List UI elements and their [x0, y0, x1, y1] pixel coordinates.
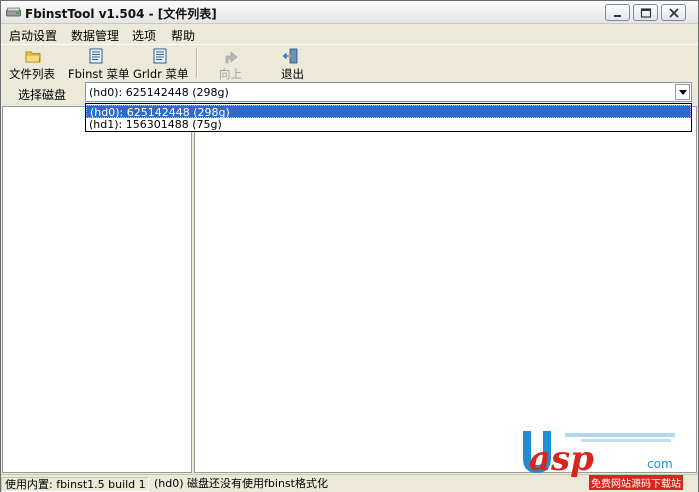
disk-select-combobox[interactable]: (hd0): 625142448 (298g) — [85, 82, 692, 102]
fbinst-menu-label: Fbinst 菜单 — [68, 67, 130, 81]
up-button[interactable]: 向上 — [211, 47, 251, 81]
menu-doc-icon — [89, 48, 103, 64]
minimize-icon — [614, 15, 621, 17]
menu-options[interactable]: 选项 — [132, 27, 156, 44]
disk-selector-row: 选择磁盘 (hd0): 625142448 (298g) — [1, 81, 698, 105]
watermark-dot: . — [587, 437, 596, 467]
status-disk-message: (hd0) 磁盘还没有使用fbinst格式化 — [154, 477, 328, 490]
fbinst-menu-button[interactable]: Fbinst 菜单 — [65, 47, 130, 81]
title-bar[interactable]: FbinstTool v1.504 - [文件列表] — [1, 1, 698, 24]
dropdown-toggle-button[interactable] — [675, 84, 690, 100]
disk-dropdown-list: (hd0): 625142448 (298g) (hd1): 156301488… — [85, 103, 692, 132]
maximize-button[interactable] — [633, 4, 658, 21]
disk-select-label: 选择磁盘 — [18, 88, 67, 102]
window-title: FbinstTool v1.504 - [文件列表] — [25, 7, 217, 21]
menu-help[interactable]: 帮助 — [171, 27, 195, 44]
app-window: FbinstTool v1.504 - [文件列表] 启动设置 数据管理 选项 … — [0, 0, 699, 492]
watermark-text: asp — [529, 439, 594, 479]
file-list-button[interactable]: 文件列表 — [5, 47, 59, 81]
site-watermark: asp . com 免费网站源码下载站 — [521, 425, 698, 492]
menu-doc-icon — [153, 48, 167, 64]
toolbar-separator — [196, 48, 198, 78]
grldr-menu-button[interactable]: Grldr 菜单 — [131, 47, 191, 81]
tree-pane[interactable] — [2, 106, 192, 473]
watermark-domain: com — [647, 457, 673, 471]
folder-icon — [25, 51, 41, 63]
exit-door-icon — [283, 48, 298, 64]
disk-select-value: (hd0): 625142448 (298g) — [89, 86, 229, 99]
maximize-icon — [640, 8, 652, 18]
minimize-button[interactable] — [605, 4, 630, 21]
menu-data-management[interactable]: 数据管理 — [71, 27, 119, 44]
up-label: 向上 — [219, 67, 242, 81]
menu-bar: 启动设置 数据管理 选项 帮助 — [1, 24, 698, 44]
file-list-label: 文件列表 — [9, 67, 55, 81]
chevron-down-icon — [679, 90, 687, 95]
app-drive-icon — [6, 7, 21, 17]
exit-label: 退出 — [281, 67, 304, 81]
status-builtin-version: 使用内置: fbinst1.5 build 1 — [1, 477, 149, 492]
grldr-menu-label: Grldr 菜单 — [133, 67, 189, 81]
menu-boot-settings[interactable]: 启动设置 — [9, 27, 57, 44]
close-button[interactable] — [661, 4, 686, 21]
exit-button[interactable]: 退出 — [273, 47, 313, 81]
close-icon — [669, 8, 679, 18]
watermark-subtitle: 免费网站源码下载站 — [589, 475, 683, 490]
up-arrow-icon — [225, 51, 238, 64]
file-list-pane[interactable] — [194, 106, 697, 473]
disk-option-hd0[interactable]: (hd0): 625142448 (298g) — [86, 105, 691, 119]
disk-option-hd1[interactable]: (hd1): 156301488 (75g) — [86, 118, 691, 131]
toolbar: 文件列表 Fbinst 菜单 Grldr 菜单 向上 退出 — [1, 44, 698, 81]
